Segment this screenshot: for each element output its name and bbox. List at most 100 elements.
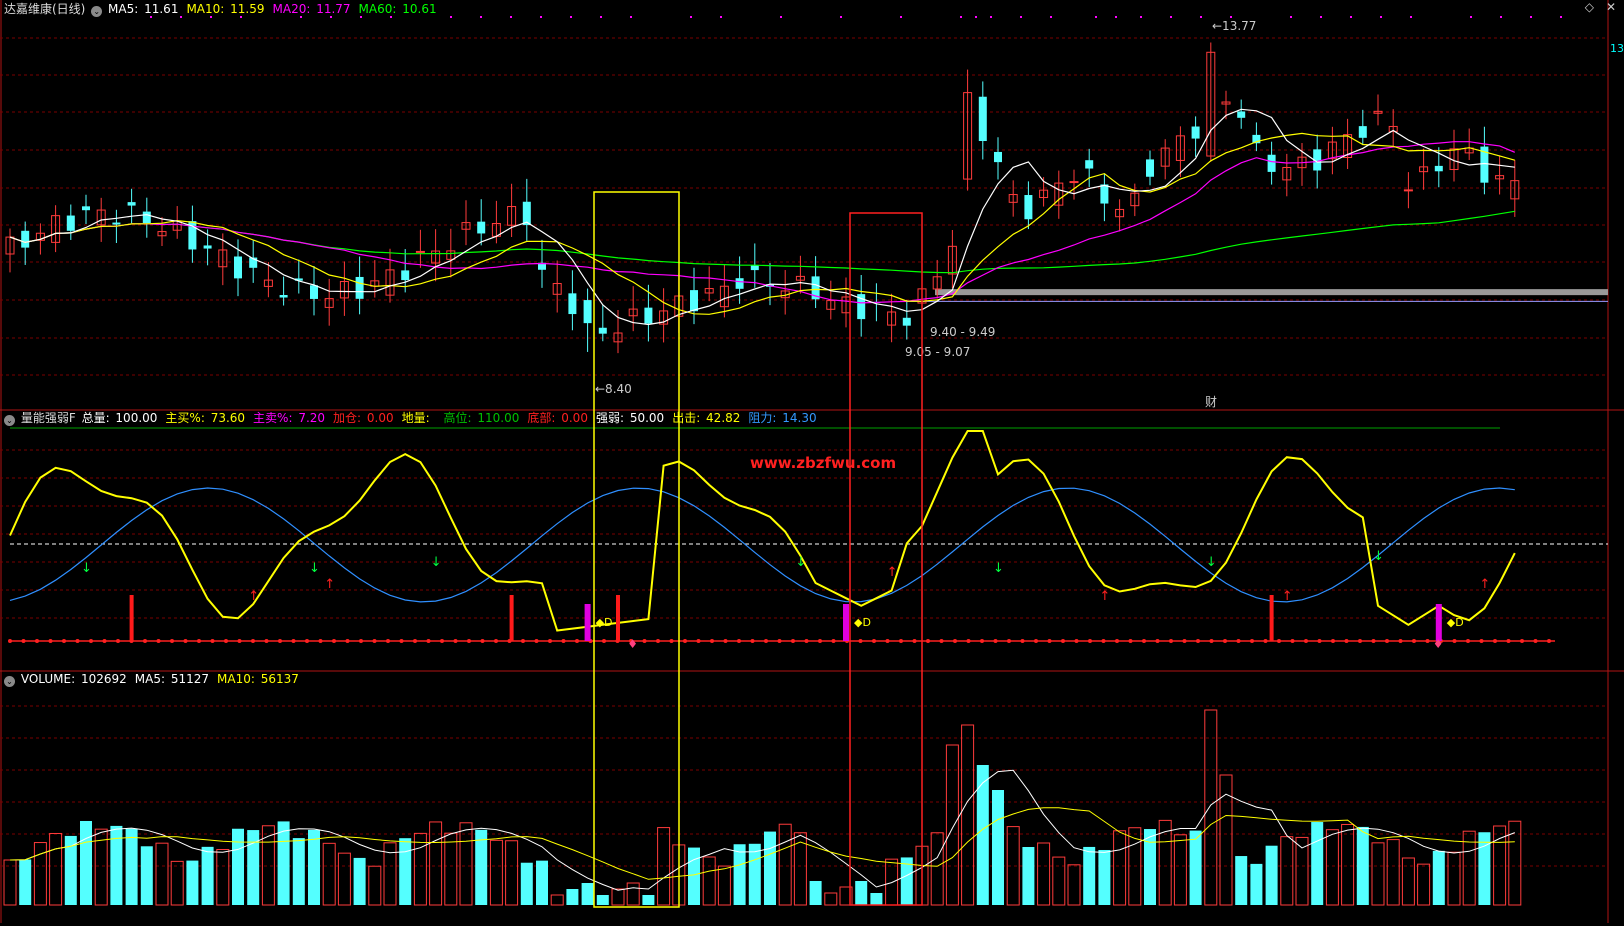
floor-dot	[1466, 639, 1470, 643]
floor-dot	[791, 639, 795, 643]
volume-bar	[489, 839, 503, 906]
floor-dot	[1290, 639, 1295, 643]
floor-dot	[1128, 639, 1133, 643]
support-range-label-2: 9.05 - 9.07	[905, 345, 970, 359]
candle-body	[1358, 126, 1367, 138]
volume-bar	[216, 848, 230, 906]
floor-dot	[345, 639, 350, 643]
window-restore-icon[interactable]: ◇	[1585, 0, 1594, 14]
top-marker-dot	[1410, 16, 1412, 18]
floor-dot	[8, 639, 12, 643]
candle-body	[279, 295, 288, 298]
indicator-field-1-value: 73.60	[206, 411, 246, 425]
gem-marker-icon: ♦	[627, 637, 638, 651]
top-marker-dot	[960, 16, 962, 18]
volume-bar	[353, 857, 366, 905]
sell-arrow-icon: ↓	[1373, 549, 1384, 564]
volume-bar	[1022, 847, 1035, 905]
volume-bar	[1037, 842, 1051, 906]
close-icon[interactable]: ✕	[1606, 0, 1616, 14]
floor-dot	[1236, 639, 1241, 643]
energy-spike	[1269, 595, 1274, 641]
floor-dot	[278, 639, 282, 643]
collapse-circle-icon[interactable]: ⌄	[91, 6, 103, 17]
floor-dot	[642, 639, 647, 643]
floor-dot	[156, 639, 161, 643]
top-marker-dot	[510, 16, 512, 18]
sell-arrow-icon: ↓	[1206, 555, 1217, 570]
candle-body	[142, 211, 151, 224]
floor-dot	[1142, 639, 1146, 643]
volume-bar	[855, 881, 868, 905]
floor-dot	[926, 639, 930, 643]
top-marker-dot	[975, 16, 977, 18]
volume-bar	[1067, 864, 1081, 906]
volume-field-1-label: MA5:	[134, 672, 165, 686]
volume-bar	[475, 829, 488, 905]
volume-bar	[322, 842, 336, 906]
volume-bar	[186, 860, 199, 905]
volume-bar	[1311, 822, 1324, 905]
volume-panel-header: ⌄ VOLUME: 102692 MA5: 51127 MA10: 56137	[4, 671, 309, 687]
top-marker-dot	[630, 16, 632, 18]
floor-dot	[453, 639, 458, 643]
accumulation-bar	[584, 604, 591, 641]
candle-body	[1191, 126, 1200, 139]
low-price-label: ←8.40	[595, 382, 632, 396]
collapse-circle-icon[interactable]: ⌄	[4, 676, 15, 687]
top-marker-dot	[900, 16, 902, 18]
top-marker-dot	[690, 16, 692, 18]
floor-dot	[1304, 639, 1308, 643]
floor-dot	[750, 639, 755, 643]
volume-bar	[945, 744, 959, 906]
floor-dot	[1533, 639, 1538, 643]
volume-bar	[930, 832, 944, 906]
top-marker-dot	[1115, 16, 1117, 18]
floor-dot	[858, 639, 863, 643]
floor-dot	[1263, 639, 1268, 643]
floor-dot	[399, 639, 404, 643]
top-marker-dot	[480, 16, 482, 18]
volume-bar	[1098, 849, 1111, 905]
floor-dot	[1425, 639, 1430, 643]
indicator-field-4-label: 地量:	[401, 411, 430, 425]
chart-canvas[interactable]: ←13.77 ←8.40 9.40 - 9.49 9.05 - 9.07 财 ◆D ◆D ◆D…	[0, 0, 1624, 923]
collapse-circle-icon[interactable]: ⌄	[4, 415, 15, 426]
volume-bar	[399, 838, 412, 905]
floor-dot	[1155, 639, 1160, 643]
volume-bar	[1280, 836, 1294, 906]
floor-dot	[602, 639, 606, 643]
volume-bar	[992, 790, 1004, 905]
floor-dot	[723, 639, 728, 643]
floor-dot	[467, 639, 471, 643]
floor-dot	[1506, 639, 1511, 643]
top-marker-dot	[1470, 16, 1472, 18]
energy-spike	[129, 595, 134, 641]
ma-field-0-value: 11.61	[140, 2, 179, 16]
chart-stage[interactable]: ←13.77 ←8.40 9.40 - 9.49 9.05 - 9.07 财 ◆D ◆D ◆D…	[0, 0, 1624, 923]
floor-dot	[1250, 639, 1254, 643]
volume-bar	[1447, 851, 1461, 906]
ma20-line	[9, 141, 1516, 304]
ma-field-0-label: MA5:	[108, 2, 139, 16]
volume-bar	[19, 859, 32, 905]
floor-dot	[980, 639, 984, 643]
floor-dot	[75, 639, 80, 643]
volume-bar	[1189, 830, 1202, 905]
floor-dot	[237, 639, 242, 643]
indicator-field-0-label: 总量:	[81, 411, 110, 425]
volume-bar	[125, 828, 138, 905]
top-marker-dot	[1170, 16, 1172, 18]
volume-bar	[1173, 834, 1187, 906]
volume-bar	[170, 860, 184, 906]
candle-body	[1237, 111, 1246, 118]
floor-dot	[534, 639, 539, 643]
indicator-field-7-value: 50.00	[626, 411, 665, 425]
top-marker-dot	[1320, 16, 1322, 18]
candle-body	[690, 290, 698, 312]
candle-body	[598, 327, 607, 334]
energy-spike	[616, 595, 620, 641]
top-marker-dot	[1050, 16, 1052, 18]
indicator-field-5-label: 高位:	[443, 411, 472, 425]
event-tag: 财	[1205, 395, 1217, 409]
